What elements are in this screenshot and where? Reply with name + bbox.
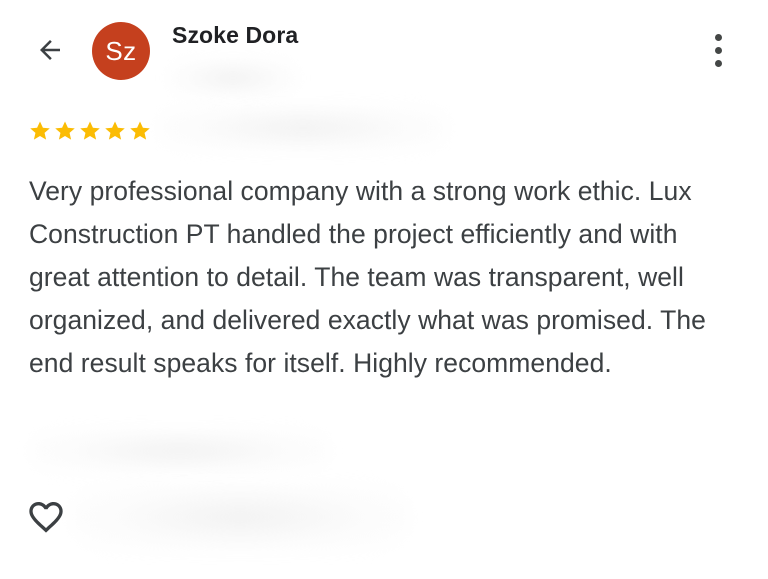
more-vertical-icon-dot <box>714 46 722 54</box>
heart-outline-icon <box>29 502 63 533</box>
star-icon <box>55 121 75 140</box>
arrow-left-icon <box>40 40 60 60</box>
more-vertical-icon-dot <box>714 59 722 67</box>
star-icon <box>30 121 50 140</box>
more-vertical-icon <box>714 33 722 41</box>
back-button[interactable] <box>30 32 70 68</box>
more-options-button[interactable] <box>702 30 734 70</box>
star-icon <box>80 121 100 140</box>
avatar-initials: Sz <box>105 35 137 66</box>
like-button[interactable] <box>26 497 66 537</box>
star-rating <box>28 119 152 143</box>
star-icon <box>130 121 150 140</box>
redacted-review-date <box>158 104 448 152</box>
review-text: Very professional company with a strong … <box>29 176 706 378</box>
redacted-like-count <box>70 482 410 552</box>
redacted-review-extra <box>30 428 330 474</box>
reviewer-name[interactable]: Szoke Dora <box>172 22 298 49</box>
star-icon <box>105 121 125 140</box>
redacted-reviewer-meta <box>168 58 298 98</box>
avatar[interactable]: Sz <box>92 22 150 80</box>
